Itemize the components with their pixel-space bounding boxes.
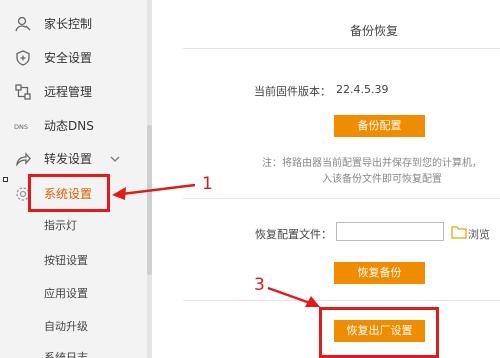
annotation-number-1: 1 xyxy=(202,174,213,194)
annotation-arrows xyxy=(112,183,320,307)
annotation-number-3: 3 xyxy=(254,275,265,295)
